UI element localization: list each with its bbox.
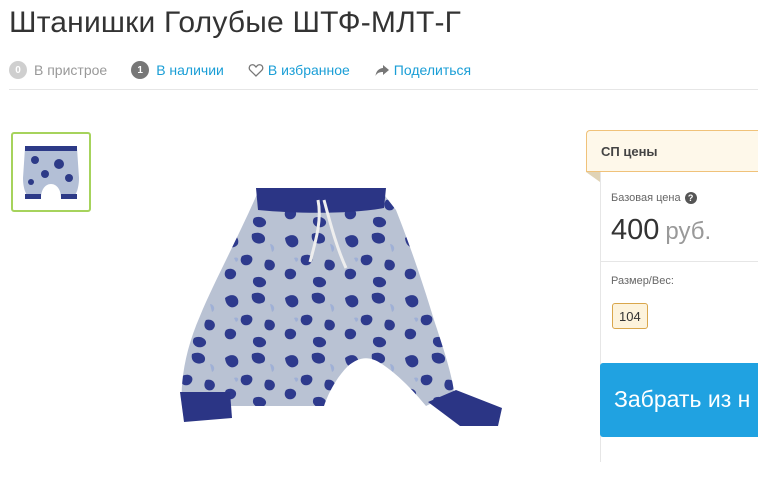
share-link[interactable]: Поделиться (374, 62, 471, 78)
header-divider (9, 89, 758, 90)
base-price: 400 руб. (611, 214, 711, 247)
favorites-label: В избранное (267, 62, 350, 78)
base-price-label-text: Базовая цена (611, 192, 681, 204)
pants-photo (180, 188, 502, 426)
product-main-image[interactable] (160, 170, 520, 440)
panel-corner-fold (586, 172, 600, 182)
pants-thumbnail-image (23, 146, 79, 199)
base-price-label: Базовая цена ? (611, 192, 697, 204)
size-label: Размер/Вес: (611, 275, 674, 287)
gallery-thumbnail[interactable] (11, 132, 91, 212)
share-arrow-icon (375, 65, 389, 76)
price-panel-header: СП цены (586, 130, 758, 172)
buy-button[interactable]: Забрать из н (600, 363, 758, 437)
price-value: 400 (611, 214, 660, 246)
attached-count-badge: 0 (9, 61, 27, 79)
question-circle-icon[interactable]: ? (684, 192, 697, 204)
attached-status: 0 В пристрое (9, 61, 107, 79)
attached-label: В пристрое (34, 62, 108, 78)
stock-count-badge: 1 (131, 61, 150, 79)
stock-label: В наличии (156, 62, 224, 78)
price-panel-divider (601, 261, 758, 262)
page-title: Штанишки Голубые ШТФ-МЛТ-Г (9, 6, 462, 39)
share-label: Поделиться (393, 62, 472, 78)
size-option-104[interactable]: 104 (612, 303, 648, 329)
stock-link[interactable]: 1 В наличии (131, 61, 224, 79)
heart-icon (248, 64, 264, 77)
product-meta-bar: 0 В пристрое 1 В наличии В избранное Под… (9, 58, 495, 82)
price-currency: руб. (665, 218, 712, 245)
add-to-favorites-link[interactable]: В избранное (248, 62, 350, 78)
